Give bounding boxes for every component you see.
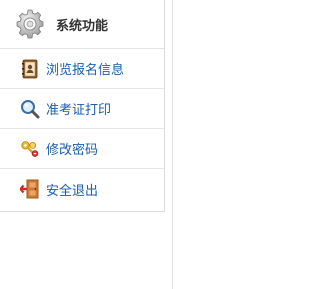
sidebar-title: 系统功能 [56, 18, 109, 34]
gear-icon [14, 8, 46, 40]
keys-icon [20, 139, 40, 159]
menu-item-view-registration[interactable]: 浏览报名信息 [0, 49, 164, 89]
sidebar-header: 系统功能 [0, 0, 164, 49]
sidebar: 系统功能 浏览报名信息 准考证打印 修改密码 安全退出 [0, 0, 165, 212]
menu-item-label: 安全退出 [46, 183, 99, 199]
content-divider [172, 0, 173, 289]
exit-door-icon [20, 179, 40, 199]
menu-item-change-password[interactable]: 修改密码 [0, 129, 164, 169]
menu-item-label: 修改密码 [46, 143, 99, 158]
menu-item-print-admission[interactable]: 准考证打印 [0, 89, 164, 129]
menu-item-logout[interactable]: 安全退出 [0, 169, 164, 209]
menu-item-label: 浏览报名信息 [46, 63, 125, 78]
menu-item-label: 准考证打印 [46, 103, 112, 118]
address-book-icon [20, 59, 40, 79]
magnifier-icon [20, 99, 40, 119]
